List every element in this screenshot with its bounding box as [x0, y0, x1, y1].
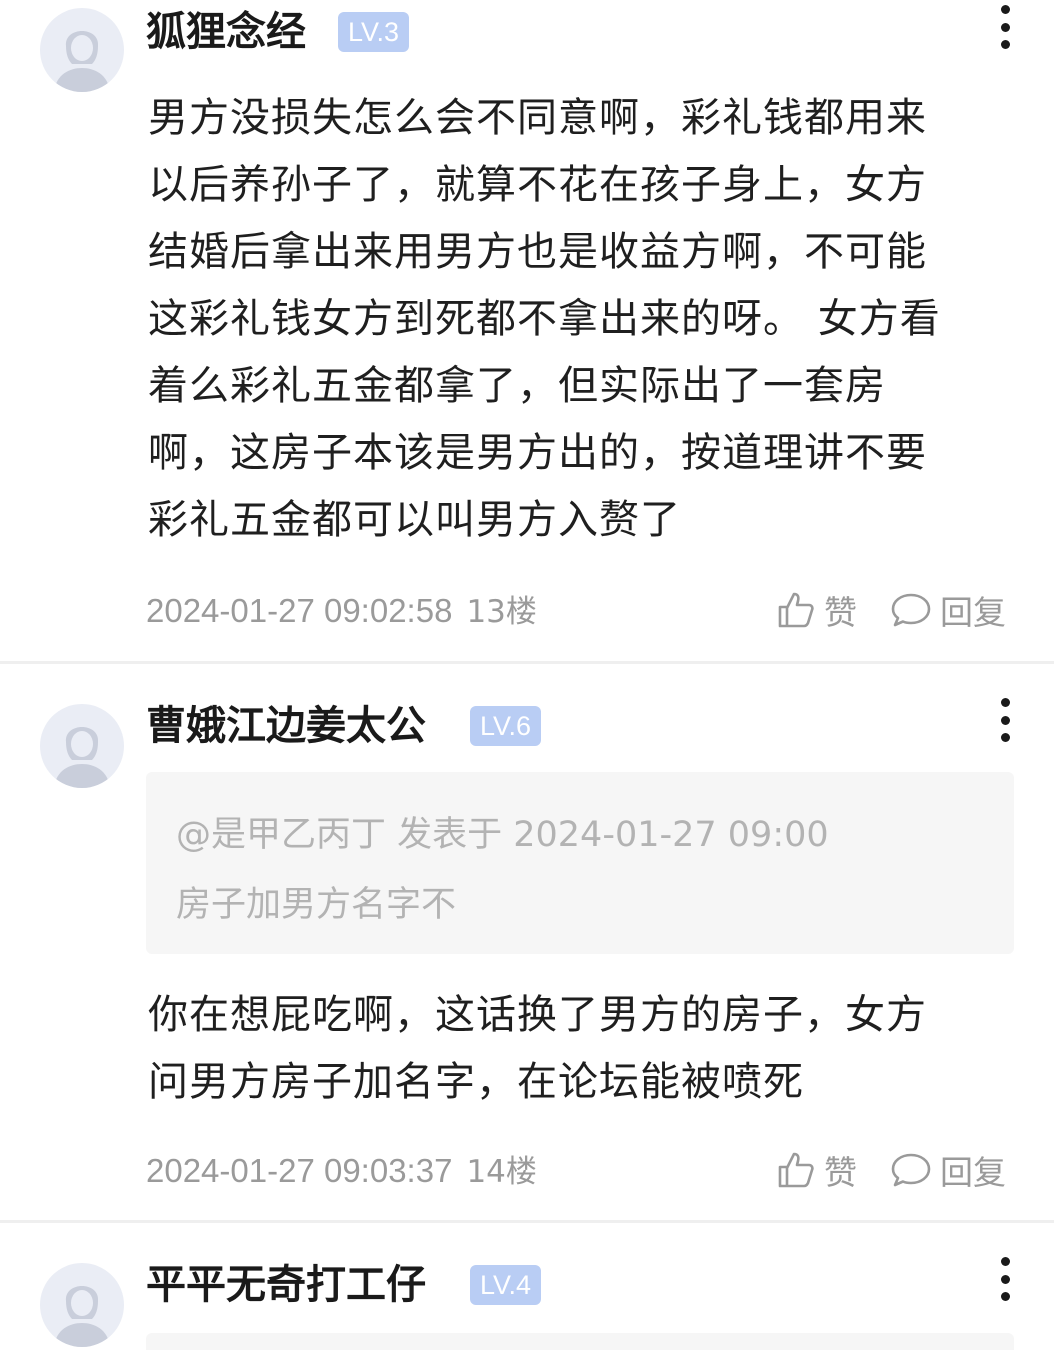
- post-15: 平平无奇打工仔 LV.4: [0, 1223, 1054, 1350]
- content-line: 结婚后拿出来用男方也是收益方啊，不可能: [148, 229, 927, 275]
- username[interactable]: 狐狸念经: [146, 8, 306, 56]
- post-meta: 2024-01-27 09:03:37 14楼: [146, 1146, 537, 1191]
- username[interactable]: 平平无奇打工仔: [146, 1261, 426, 1309]
- reply-button[interactable]: 回复: [890, 1146, 1006, 1194]
- reply-label: 回复: [940, 593, 1006, 632]
- level-badge: LV.3: [338, 12, 410, 52]
- timestamp: 2024-01-27 09:02:58: [146, 592, 453, 629]
- avatar-default-icon: [54, 1286, 110, 1347]
- quote-block[interactable]: [146, 1333, 1014, 1350]
- floor-number: 13楼: [466, 594, 537, 630]
- more-vertical-icon[interactable]: [990, 5, 1020, 49]
- more-vertical-icon[interactable]: [990, 698, 1020, 742]
- timestamp: 2024-01-27 09:03:37: [146, 1152, 453, 1189]
- content-line: 着么彩礼五金都拿了，但实际出了一套房: [148, 363, 886, 409]
- post-14: 曹娥江边姜太公 LV.6 @是甲乙丙丁 发表于 2024-01-27 09:00…: [0, 664, 1054, 1220]
- content-line: 你在想屁吃啊，这话换了男方的房子，女方: [148, 992, 927, 1038]
- post-content: 你在想屁吃啊，这话换了男方的房子，女方 问男方房子加名字，在论坛能被喷死: [148, 982, 1008, 1116]
- thumbs-up-icon: [778, 592, 814, 628]
- like-label: 赞: [824, 593, 857, 632]
- quote-text: 房子加男方名字不: [176, 885, 457, 925]
- content-line: 彩礼五金都可以叫男方入赘了: [148, 497, 681, 543]
- content-line: 男方没损失怎么会不同意啊，彩礼钱都用来: [148, 95, 927, 141]
- content-line: 以后养孙子了，就算不花在孩子身上，女方: [148, 162, 927, 208]
- avatar[interactable]: [40, 1263, 124, 1347]
- quote-block[interactable]: @是甲乙丙丁 发表于 2024-01-27 09:00 房子加男方名字不: [146, 772, 1014, 954]
- post-meta: 2024-01-27 09:02:58 13楼: [146, 586, 537, 631]
- avatar-default-icon: [54, 31, 110, 92]
- reply-label: 回复: [940, 1153, 1006, 1192]
- like-button[interactable]: 赞: [776, 586, 857, 634]
- floor-number: 14楼: [466, 1154, 537, 1190]
- like-label: 赞: [824, 1153, 857, 1192]
- thumbs-up-icon: [778, 1152, 814, 1188]
- more-vertical-icon[interactable]: [990, 1257, 1020, 1301]
- reply-button[interactable]: 回复: [890, 586, 1006, 634]
- avatar-default-icon: [54, 727, 110, 788]
- level-badge: LV.4: [470, 1265, 542, 1305]
- avatar[interactable]: [40, 704, 124, 788]
- content-line: 啊，这房子本该是男方出的，按道理讲不要: [148, 430, 927, 476]
- post-content: 男方没损失怎么会不同意啊，彩礼钱都用来 以后养孙子了，就算不花在孩子身上，女方 …: [148, 85, 1008, 554]
- like-button[interactable]: 赞: [776, 1146, 857, 1194]
- level-badge: LV.6: [470, 706, 542, 746]
- post-13: 狐狸念经 LV.3 男方没损失怎么会不同意啊，彩礼钱都用来 以后养孙子了，就算不…: [0, 0, 1054, 662]
- username[interactable]: 曹娥江边姜太公: [146, 702, 426, 750]
- content-line: 问男方房子加名字，在论坛能被喷死: [148, 1059, 804, 1105]
- comment-bubble-icon: [891, 1153, 931, 1187]
- avatar[interactable]: [40, 8, 124, 92]
- quote-header: @是甲乙丙丁 发表于 2024-01-27 09:00: [176, 815, 829, 855]
- content-line: 这彩礼钱女方到死都不拿出来的呀。 女方看: [148, 296, 941, 342]
- comment-bubble-icon: [891, 593, 931, 627]
